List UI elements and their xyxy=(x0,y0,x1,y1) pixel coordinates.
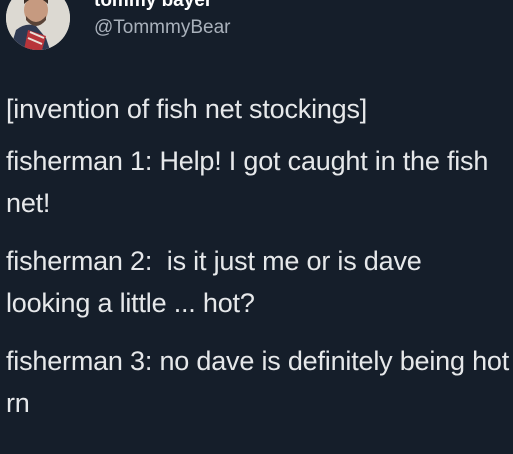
tweet-paragraph: fisherman 3: no dave is definitely being… xyxy=(6,346,510,418)
tweet-paragraph: fisherman 2: is it just me or is dave lo… xyxy=(6,246,429,318)
tweet-card: tommy bayer @TommmyBear [invention of fi… xyxy=(0,0,513,454)
tweet-text: [invention of fish net stockings] fisher… xyxy=(6,88,511,440)
tweet-paragraph: fisherman 1: Help! I got caught in the f… xyxy=(6,146,496,218)
author-handle[interactable]: @TommmyBear xyxy=(94,17,230,39)
author-display-name[interactable]: tommy bayer xyxy=(94,0,212,12)
avatar[interactable] xyxy=(6,0,70,50)
profile-photo-icon xyxy=(6,0,70,50)
tweet-paragraph: [invention of fish net stockings] xyxy=(6,94,368,124)
